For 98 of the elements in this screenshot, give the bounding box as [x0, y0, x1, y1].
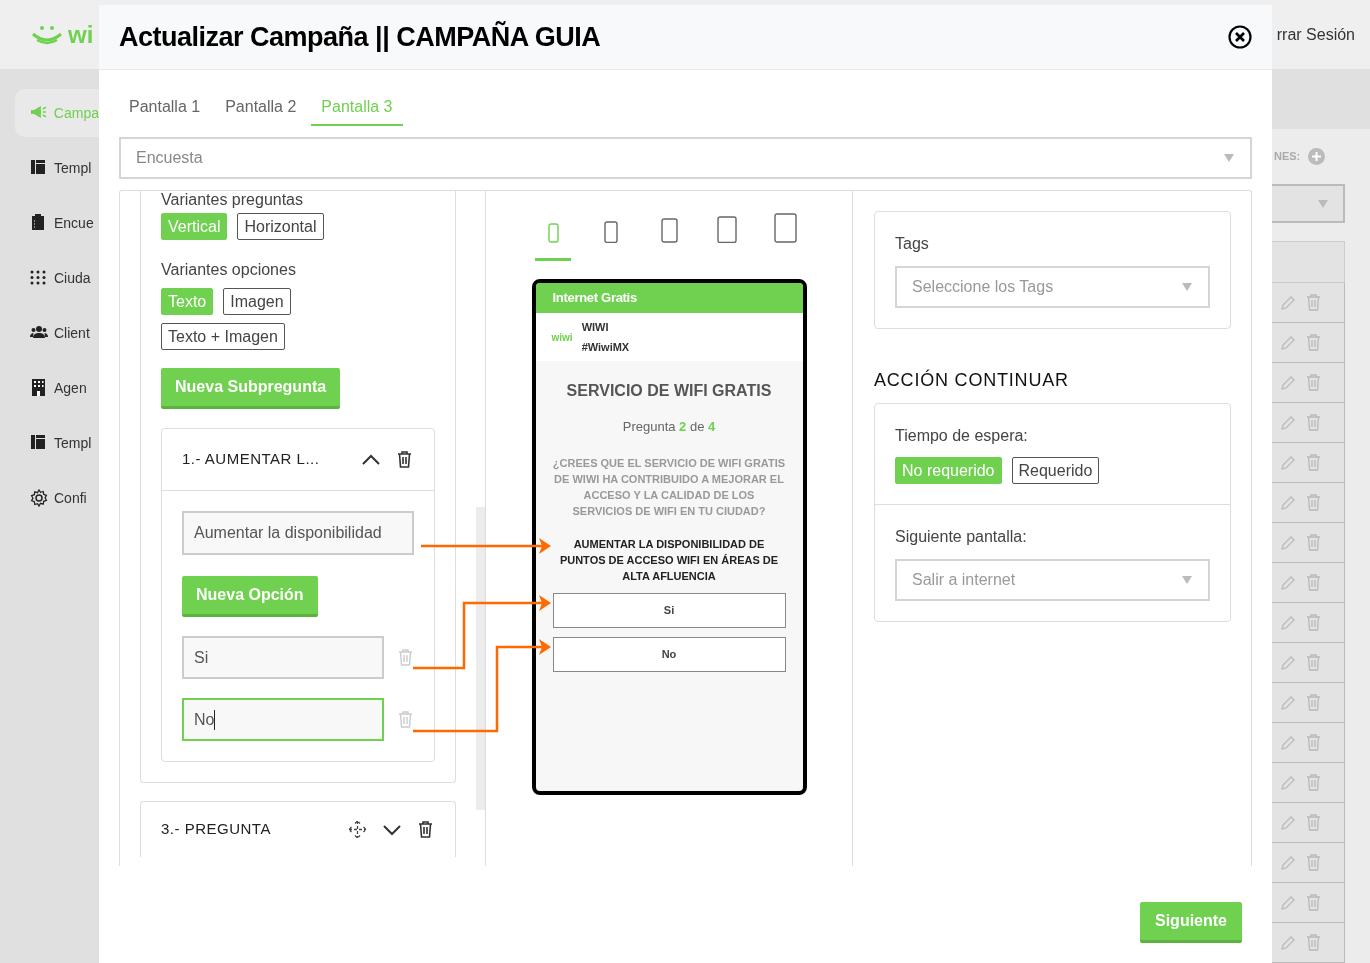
filter-label: NES:	[1273, 149, 1301, 165]
variant-toggle[interactable]: Requerido	[1011, 457, 1100, 484]
chevron-up-icon[interactable]	[361, 453, 381, 466]
section-title: ACCIÓN CONTINUAR	[874, 368, 1070, 392]
trash-icon[interactable]	[1306, 614, 1321, 631]
sidebar-item[interactable]: Client	[15, 309, 99, 357]
screen-tab[interactable]: Pantalla 2	[215, 90, 307, 126]
section-label: Variantes opciones	[161, 260, 297, 280]
wait-label: Tiempo de espera:	[895, 426, 1029, 446]
sidebar-item[interactable]: Templ	[15, 144, 99, 192]
pencil-icon[interactable]	[1280, 614, 1296, 631]
phone-size-icon[interactable]	[604, 220, 618, 243]
trash-icon[interactable]	[1306, 734, 1321, 751]
trash-icon[interactable]	[1306, 934, 1321, 951]
pencil-icon[interactable]	[1280, 494, 1296, 511]
trash-icon[interactable]	[1306, 894, 1321, 911]
logout-link[interactable]: rrar Sesión	[1276, 22, 1355, 47]
modal-title: Actualizar Campaña || CAMPAÑA GUIA	[119, 20, 601, 54]
caret-icon	[1224, 154, 1234, 162]
sidebar-item[interactable]: Encue	[15, 199, 99, 247]
trash-icon[interactable]	[1306, 574, 1321, 591]
trash-icon[interactable]	[1306, 494, 1321, 511]
variant-toggle[interactable]: Horizontal	[237, 213, 324, 240]
question-number-text: Pregunta 2 de 4	[622, 418, 716, 436]
pencil-icon[interactable]	[1280, 894, 1296, 911]
variant-toggle[interactable]: Imagen	[223, 288, 291, 315]
section-label: Variantes preguntas	[161, 191, 304, 209]
delete-icon[interactable]	[418, 821, 433, 838]
trash-icon[interactable]	[1306, 374, 1321, 391]
text-cursor	[214, 709, 216, 730]
settings-icon	[30, 489, 48, 507]
pencil-icon[interactable]	[1280, 294, 1296, 311]
scrollbar[interactable]	[476, 507, 485, 810]
sidebar-item[interactable]: Agen	[15, 364, 99, 412]
move-icon[interactable]	[347, 819, 368, 840]
trash-icon[interactable]	[1306, 534, 1321, 551]
dots-grid-icon	[30, 269, 48, 287]
pencil-icon[interactable]	[1280, 334, 1296, 351]
pencil-icon[interactable]	[1280, 374, 1296, 391]
trash-icon[interactable]	[1306, 414, 1321, 431]
add-icon[interactable]	[1308, 148, 1326, 165]
option-input[interactable]: No	[182, 698, 384, 741]
dropdown-field[interactable]	[1272, 184, 1345, 223]
option-input[interactable]: Si	[182, 636, 384, 679]
sidebar-item[interactable]: Confi	[15, 474, 99, 522]
brand-name: WIWI	[581, 319, 610, 335]
question-title: 3.- PREGUNTA	[161, 819, 272, 840]
pencil-icon[interactable]	[1280, 574, 1296, 591]
hashtag: #WiwiMX	[581, 340, 630, 355]
pencil-icon[interactable]	[1280, 454, 1296, 471]
screen-type-select[interactable]: Encuesta	[119, 137, 1252, 179]
pencil-icon[interactable]	[1280, 654, 1296, 671]
preview-header: Internet Gratis	[552, 289, 637, 308]
pencil-icon[interactable]	[1280, 934, 1296, 951]
subquestion-title: 1.- AUMENTAR L...	[182, 449, 321, 470]
preview-subquestion: AUMENTAR LA DISPONIBILIDAD DE PUNTOS DE ACCESO WIFI EN ÁREAS DE ALTA AFLUENCIA	[558, 536, 780, 584]
caret-icon	[1318, 199, 1328, 208]
sidebar-item[interactable]: Ciuda	[15, 254, 99, 302]
phone-size-icon[interactable]	[660, 218, 678, 243]
trash-icon[interactable]	[1306, 454, 1321, 471]
delete-icon[interactable]	[397, 451, 412, 468]
preview-question: ¿CREES QUE EL SERVICIO DE WIFI GRATIS DE WIWI HA CONTRIBUIDO A MEJORAR EL ACCESO Y LA CALIDAD DE LOS SERVICIOS DE WIFI EN TU CIUDAD?	[552, 455, 786, 519]
trash-icon[interactable]	[1306, 814, 1321, 831]
trash-icon[interactable]	[1306, 654, 1321, 671]
subquestion-input[interactable]: Aumentar la disponibilidad	[182, 511, 414, 555]
close-icon[interactable]	[1228, 25, 1252, 49]
brand-logo: wiwi	[551, 330, 573, 345]
next-screen-label: Siguiente pantalla:	[895, 527, 1028, 547]
trash-icon[interactable]	[1306, 334, 1321, 351]
phone-size-icon[interactable]	[773, 213, 797, 243]
chevron-down-icon[interactable]	[382, 823, 402, 836]
table-icon	[30, 159, 48, 177]
trash-icon[interactable]	[1306, 694, 1321, 711]
table-icon	[30, 434, 48, 452]
pencil-icon[interactable]	[1280, 814, 1296, 831]
sidebar-item[interactable]: Templ	[15, 419, 99, 467]
trash-icon[interactable]	[1306, 294, 1321, 311]
pencil-icon[interactable]	[1280, 774, 1296, 791]
answer-option[interactable]: Si	[552, 592, 786, 628]
phone-size-icon[interactable]	[717, 215, 737, 243]
preview-title: SERVICIO DE WIFI GRATIS	[566, 381, 772, 401]
trash-icon[interactable]	[1306, 774, 1321, 791]
selected-indicator	[535, 258, 571, 261]
pencil-icon[interactable]	[1280, 414, 1296, 431]
variant-toggle[interactable]: Texto + Imagen	[161, 323, 285, 350]
pencil-icon[interactable]	[1280, 854, 1296, 871]
caret-icon	[1182, 576, 1192, 584]
tags-label: Tags	[895, 234, 930, 254]
pencil-icon[interactable]	[1280, 694, 1296, 711]
screen-tab[interactable]: Pantalla 1	[119, 90, 211, 126]
trash-icon[interactable]	[1306, 854, 1321, 871]
smile-logo-icon	[30, 23, 64, 46]
logo-text: wi	[68, 22, 94, 47]
answer-option[interactable]: No	[552, 636, 786, 672]
building-icon	[30, 379, 48, 397]
pencil-icon[interactable]	[1280, 534, 1296, 551]
pencil-icon[interactable]	[1280, 734, 1296, 751]
caret-icon	[1182, 283, 1192, 291]
